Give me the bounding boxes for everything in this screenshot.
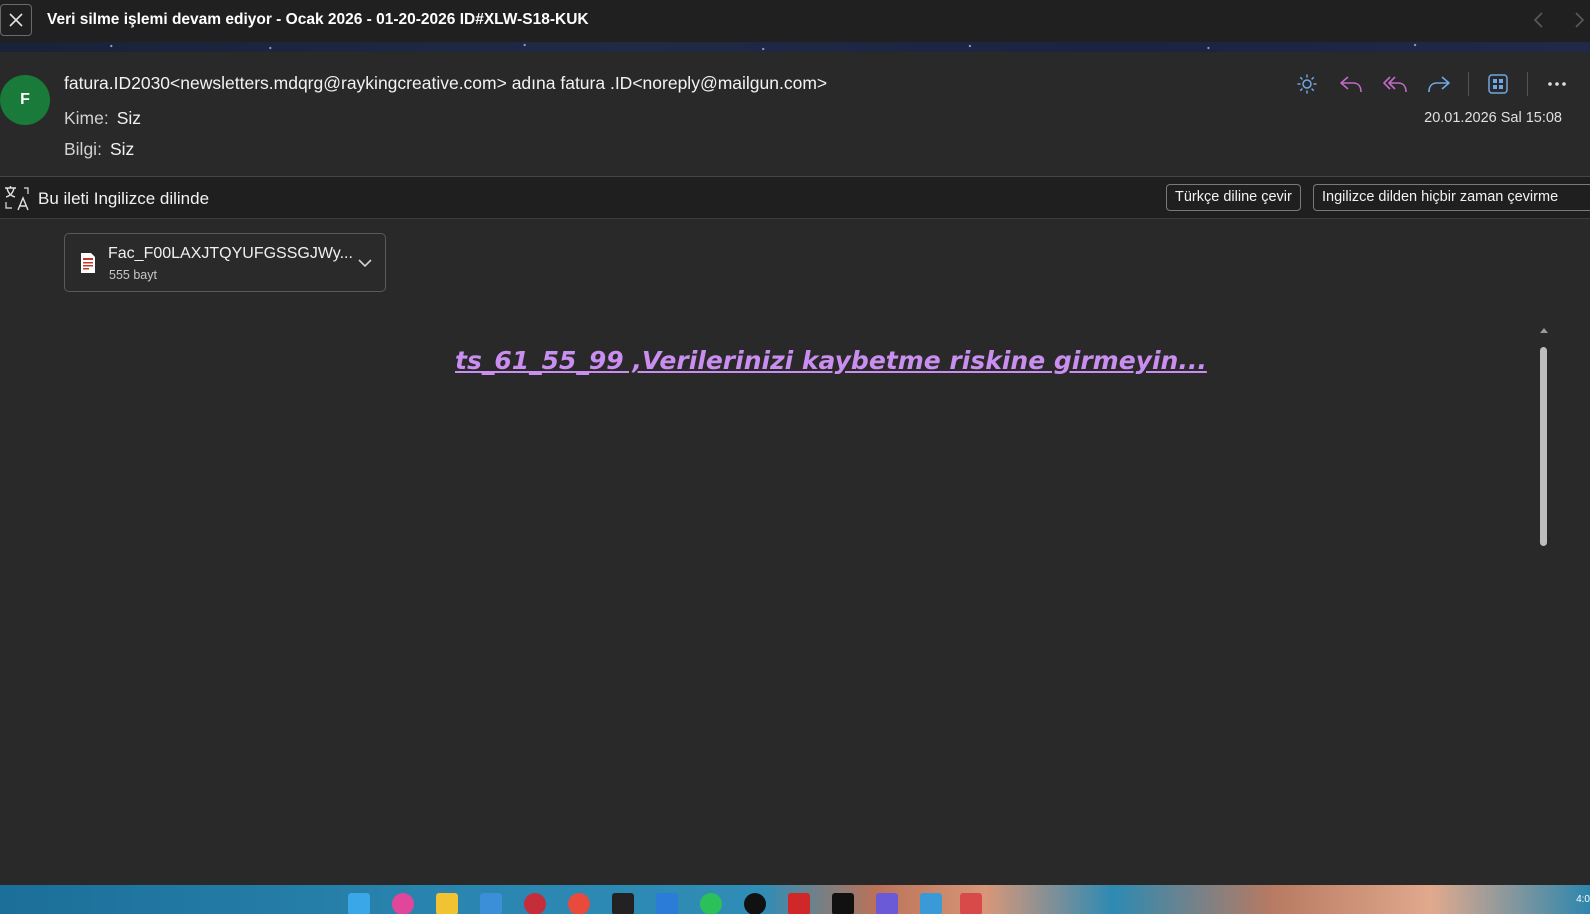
attachment-card[interactable]: Fac_F00LAXJTQYUFGSSGJWy... 555 bayt: [64, 233, 386, 292]
reply-icon: [1340, 76, 1362, 93]
translation-message: Bu ileti Ingilizce dilinde: [38, 189, 210, 208]
more-icon: [1548, 82, 1566, 86]
reply-all-button[interactable]: [1380, 70, 1410, 98]
recipient-to-line: Kime: Siz: [64, 108, 141, 129]
html-file-icon: [81, 253, 95, 273]
app-icon[interactable]: [960, 893, 982, 914]
chevron-down-icon[interactable]: [356, 254, 374, 272]
app-icon[interactable]: [480, 893, 502, 914]
chevron-left-icon: [1533, 12, 1543, 28]
previous-message-button[interactable]: [1528, 9, 1550, 31]
recipient-cc-line: Bilgi: Siz: [64, 139, 134, 160]
translate-button[interactable]: Türkçe diline çevir: [1166, 184, 1301, 211]
app-icon[interactable]: [524, 893, 546, 914]
close-icon: [9, 13, 23, 27]
message-date: 20.01.2026 Sal 15:08: [1424, 110, 1562, 126]
folder-icon[interactable]: [436, 893, 458, 914]
header-banner: [0, 42, 1590, 52]
sun-icon: [1297, 74, 1317, 94]
window-titlebar: Veri silme işlemi devam ediyor - Ocak 20…: [0, 0, 1590, 42]
taskbar-clock[interactable]: 4:0: [1576, 894, 1590, 905]
attachment-name: Fac_F00LAXJTQYUFGSSGJWy...: [108, 245, 353, 262]
app-icon[interactable]: [656, 893, 678, 914]
toolbar-divider: [1468, 72, 1469, 96]
message-actions-toolbar: [1292, 70, 1572, 98]
toolbar-divider: [1527, 72, 1528, 96]
start-icon[interactable]: [348, 893, 370, 914]
scrollbar-thumb[interactable]: [1540, 347, 1547, 546]
app-icon[interactable]: [876, 893, 898, 914]
forward-button[interactable]: [1424, 70, 1454, 98]
sender-avatar[interactable]: F: [0, 75, 50, 125]
phishing-body-link[interactable]: ts_61_55_99 ,Verilerinizi kaybetme riski…: [455, 346, 1207, 375]
app-icon[interactable]: [392, 893, 414, 914]
cc-recipient[interactable]: Siz: [110, 139, 134, 159]
next-message-button[interactable]: [1568, 9, 1590, 31]
app-icon[interactable]: [700, 893, 722, 914]
app-icon[interactable]: [568, 893, 590, 914]
window-title: Veri silme işlemi devam ediyor - Ocak 20…: [47, 11, 589, 28]
reply-button[interactable]: [1336, 70, 1366, 98]
message-header: F fatura.ID2030<newsletters.mdqrg@raykin…: [0, 52, 1590, 176]
translation-bar: Bu ileti Ingilizce dilinde Türkçe diline…: [0, 177, 1590, 219]
app-icon[interactable]: [832, 893, 854, 914]
forward-icon: [1428, 76, 1450, 93]
chevron-right-icon: [1575, 12, 1585, 28]
close-button[interactable]: [0, 4, 32, 36]
translate-icon: [5, 186, 29, 211]
attachment-size: 555 bayt: [109, 268, 157, 282]
app-icon[interactable]: [788, 893, 810, 914]
never-translate-button[interactable]: Ingilizce dilden hiçbir zaman çevirme: [1313, 184, 1590, 211]
scroll-up-arrow-icon[interactable]: [1538, 325, 1550, 335]
to-recipient[interactable]: Siz: [117, 108, 141, 128]
apps-icon: [1488, 74, 1508, 94]
reply-all-icon: [1383, 76, 1407, 93]
message-navigation: [1528, 9, 1590, 31]
theme-toggle-button[interactable]: [1292, 70, 1322, 98]
app-icon[interactable]: [744, 893, 766, 914]
os-taskbar: 4:0: [0, 885, 1590, 914]
app-icon[interactable]: [612, 893, 634, 914]
apps-button[interactable]: [1483, 70, 1513, 98]
to-label: Kime:: [64, 108, 109, 128]
cc-label: Bilgi:: [64, 139, 102, 159]
more-actions-button[interactable]: [1542, 70, 1572, 98]
sender-line[interactable]: fatura.ID2030<newsletters.mdqrg@raykingc…: [64, 73, 827, 94]
app-icon[interactable]: [920, 893, 942, 914]
